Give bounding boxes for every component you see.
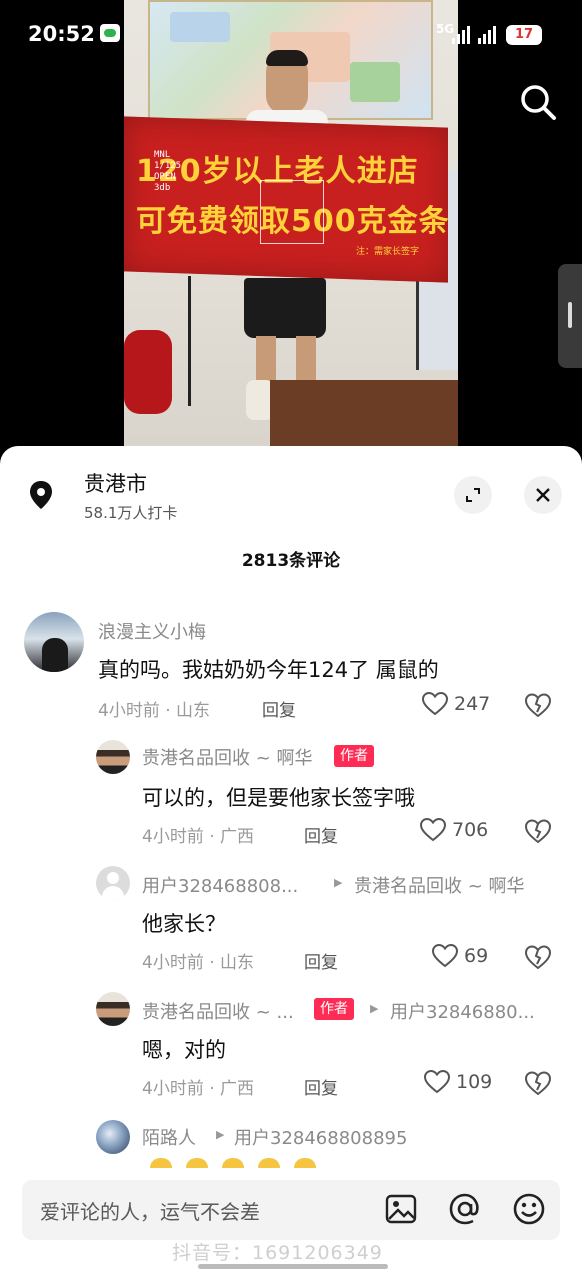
like-button[interactable]: 247: [422, 692, 490, 716]
comment-count: 2813条评论: [241, 551, 341, 571]
like-count: 706: [452, 819, 489, 841]
like-button[interactable]: 706: [420, 818, 488, 842]
comment-time-place: 4小时前 · 山东: [142, 953, 255, 973]
emoji-icon: [222, 1158, 244, 1168]
signal-icon-2: [478, 26, 496, 44]
close-button[interactable]: [524, 476, 562, 514]
like-button[interactable]: 109: [424, 1070, 492, 1094]
reply-button[interactable]: 回复: [304, 1074, 338, 1099]
comment-time-place: 4小时前 · 广西: [142, 1079, 255, 1099]
avatar[interactable]: [96, 740, 130, 774]
reply-to-username[interactable]: 用户328468808895: [234, 1124, 407, 1150]
emoji-icon: [150, 1158, 172, 1168]
location-pin-icon: [30, 481, 52, 509]
like-count: 69: [464, 945, 489, 967]
comment-username[interactable]: 用户328468808...: [142, 872, 298, 898]
heart-icon: [424, 1070, 450, 1094]
red-bag: [124, 330, 172, 414]
comment-text[interactable]: 可以的，但是要他家长签字哦: [142, 782, 415, 812]
camera-tag: MNL 1/125 OPEN 3db: [154, 150, 182, 193]
dislike-icon[interactable]: [524, 692, 552, 718]
emoji-row: [150, 1158, 316, 1168]
search-icon[interactable]: [518, 82, 558, 122]
wooden-desk: [270, 380, 458, 446]
avatar[interactable]: [96, 992, 130, 1026]
comment-time-place: 4小时前 · 广西: [142, 827, 255, 847]
comment-username[interactable]: 贵港名品回收 ~ ...: [142, 998, 294, 1024]
banner-note: 注：需家长签字: [356, 247, 420, 257]
battery-icon: 17: [506, 25, 542, 45]
emoji-icon: [294, 1158, 316, 1168]
person-shorts: [244, 278, 326, 338]
video-frame[interactable]: 120岁以上老人进店 可免费领取500克金条 注：需家长签字 MNL 1/125…: [124, 0, 458, 446]
status-time: 20:52: [28, 22, 95, 46]
comment-text[interactable]: 嗯，对的: [142, 1034, 226, 1064]
comment-username[interactable]: 贵港名品回收 ~ 啊华: [142, 744, 313, 770]
person-leg: [256, 336, 276, 386]
comment-input-placeholder[interactable]: 爱评论的人，运气不会差: [40, 1196, 260, 1225]
reply-arrow-icon: ▶: [334, 876, 343, 889]
image-icon[interactable]: [384, 1192, 418, 1226]
comment-username[interactable]: 陌路人: [142, 1124, 196, 1150]
wechat-icon: [100, 24, 120, 42]
location-checkins: 58.1万人打卡: [84, 504, 178, 522]
signal-icon: [452, 26, 470, 44]
heart-icon: [420, 818, 446, 842]
like-count: 247: [454, 693, 491, 715]
reply-button[interactable]: 回复: [262, 696, 296, 721]
home-indicator[interactable]: [198, 1264, 388, 1269]
comment-sheet: [0, 446, 582, 1280]
video-player[interactable]: 120岁以上老人进店 可免费领取500克金条 注：需家长签字 MNL 1/125…: [0, 0, 582, 460]
author-badge: 作者: [334, 745, 374, 767]
dislike-icon[interactable]: [524, 1070, 552, 1096]
tripod: [188, 276, 191, 406]
reply-arrow-icon: ▶: [370, 1002, 379, 1015]
avatar[interactable]: [96, 866, 130, 900]
status-bar: 20:52 5G 17: [0, 0, 582, 64]
mention-icon[interactable]: [448, 1192, 482, 1226]
reply-button[interactable]: 回复: [304, 822, 338, 847]
reply-arrow-icon: ▶: [216, 1128, 225, 1141]
douyin-watermark: 抖音号：1691206349: [172, 1242, 383, 1264]
emoji-icon: [186, 1158, 208, 1168]
reply-to-username[interactable]: 贵港名品回收 ~ 啊华: [354, 872, 525, 898]
emoji-icon[interactable]: [512, 1192, 546, 1226]
close-icon: [536, 488, 550, 502]
reply-button[interactable]: 回复: [304, 948, 338, 973]
comment-text[interactable]: 真的吗。我姑奶奶今年124了 属鼠的: [98, 654, 439, 684]
heart-icon: [432, 944, 458, 968]
avatar[interactable]: [24, 612, 84, 672]
comment-time-place: 4小时前 · 山东: [98, 701, 211, 721]
like-button[interactable]: 69: [432, 944, 488, 968]
battery-level: 17: [514, 27, 534, 42]
heart-icon: [422, 692, 448, 716]
author-badge: 作者: [314, 998, 354, 1020]
comment-username[interactable]: 浪漫主义小梅: [98, 618, 206, 644]
emoji-icon: [258, 1158, 280, 1168]
side-panel-handle[interactable]: [558, 264, 582, 368]
comment-text[interactable]: 他家长？: [142, 908, 226, 938]
dislike-icon[interactable]: [524, 818, 552, 844]
location-name[interactable]: 贵港市: [84, 468, 147, 498]
expand-button[interactable]: [454, 476, 492, 514]
dislike-icon[interactable]: [524, 944, 552, 970]
expand-icon: [466, 488, 480, 502]
person-leg: [296, 336, 316, 386]
like-count: 109: [456, 1071, 493, 1093]
avatar[interactable]: [96, 1120, 130, 1154]
focus-box: [260, 180, 324, 244]
reply-to-username[interactable]: 用户32846880...: [390, 998, 535, 1024]
